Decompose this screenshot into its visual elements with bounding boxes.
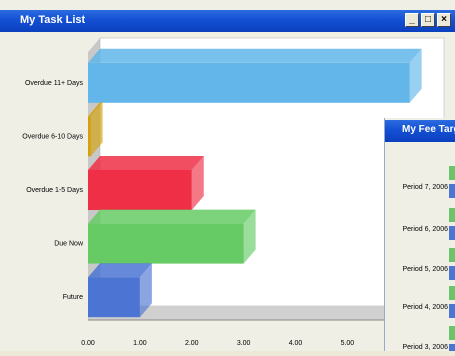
- period-bar: [449, 286, 455, 300]
- x-tick-label: 2.00: [185, 340, 199, 347]
- maximize-button[interactable]: □: [421, 13, 435, 27]
- period-bar: [449, 248, 455, 262]
- bar: [88, 116, 91, 156]
- bar-top: [88, 210, 256, 224]
- minimize-button[interactable]: _: [405, 13, 419, 27]
- period-label: Period 4, 2006: [402, 304, 448, 311]
- bar-top: [88, 49, 422, 63]
- fee-target-bars: [385, 118, 455, 351]
- x-tick-label: 0.00: [81, 340, 95, 347]
- category-label: Due Now: [54, 241, 84, 248]
- fee-target-window: My Fee Targ Period 7, 2006Period 6, 2006…: [384, 118, 455, 351]
- category-label: Future: [63, 294, 83, 301]
- period-label: Period 3, 2006: [402, 344, 448, 351]
- bar: [88, 170, 192, 210]
- window-title: My Task List: [20, 14, 85, 26]
- period-bar: [449, 266, 455, 280]
- window-titlebar[interactable]: My Task List _ □ ×: [0, 10, 455, 32]
- bar-top: [88, 156, 204, 170]
- period-bar: [449, 166, 455, 180]
- period-label: Period 7, 2006: [402, 184, 448, 191]
- period-bar: [449, 184, 455, 198]
- period-label: Period 6, 2006: [402, 226, 448, 233]
- bar: [88, 63, 410, 103]
- period-bar: [449, 344, 455, 351]
- x-tick-label: 1.00: [133, 340, 147, 347]
- x-tick-label: 4.00: [289, 340, 303, 347]
- period-label: Period 5, 2006: [402, 266, 448, 273]
- bar: [88, 224, 244, 264]
- category-label: Overdue 1-5 Days: [26, 187, 83, 194]
- x-tick-label: 5.00: [341, 340, 355, 347]
- period-bar: [449, 226, 455, 240]
- period-bar: [449, 326, 455, 340]
- period-bar: [449, 208, 455, 222]
- bar: [88, 277, 140, 317]
- x-tick-label: 3.00: [237, 340, 251, 347]
- task-list-window: My Task List _ □ × 0.00 1.00 2.00 3.00 4.00 5…: [0, 0, 455, 351]
- category-label: Overdue 6-10 Days: [22, 133, 83, 140]
- category-label: Overdue 11+ Days: [25, 80, 84, 87]
- period-bar: [449, 304, 455, 318]
- close-button[interactable]: ×: [437, 13, 451, 27]
